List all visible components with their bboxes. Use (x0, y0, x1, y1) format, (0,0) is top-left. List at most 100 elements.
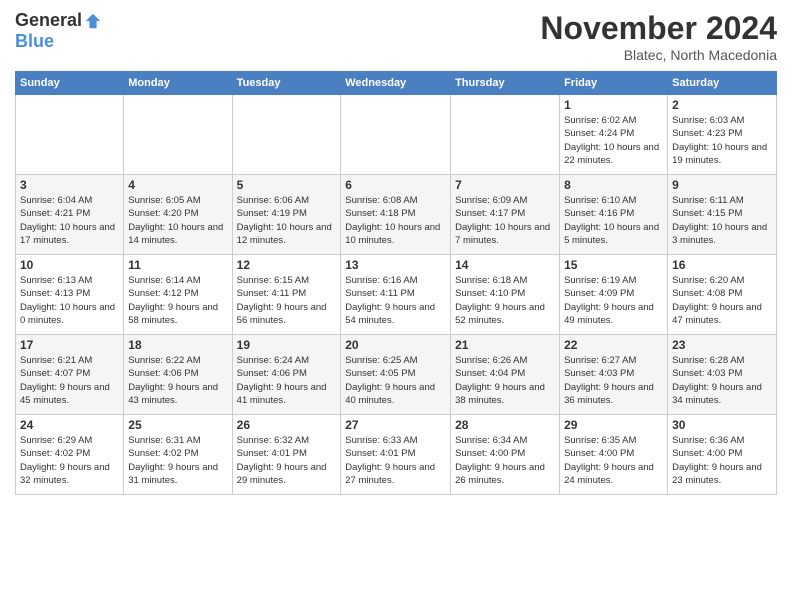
calendar-cell: 5Sunrise: 6:06 AM Sunset: 4:19 PM Daylig… (232, 175, 341, 255)
col-monday: Monday (124, 72, 232, 95)
day-info: Sunrise: 6:13 AM Sunset: 4:13 PM Dayligh… (20, 274, 119, 327)
calendar-cell: 11Sunrise: 6:14 AM Sunset: 4:12 PM Dayli… (124, 255, 232, 335)
calendar-cell (16, 95, 124, 175)
col-thursday: Thursday (451, 72, 560, 95)
calendar-cell: 6 Sunrise: 6:08 AM Sunset: 4:18 PM Daylig… (341, 175, 451, 255)
day-number: 7 (455, 178, 555, 192)
day-number: 29 (564, 418, 663, 432)
day-number: 9 (672, 178, 772, 192)
day-info: Sunrise: 6:21 AM Sunset: 4:07 PM Dayligh… (20, 354, 119, 407)
logo-blue-text: Blue (15, 31, 54, 52)
calendar-cell: 28 Sunrise: 6:34 AM Sunset: 4:00 PM Dayli… (451, 415, 560, 495)
day-info: Sunrise: 6:02 AM Sunset: 4:24 PM Dayligh… (564, 114, 663, 167)
day-number: 8 (564, 178, 663, 192)
title-section: November 2024 Blatec, North Macedonia (540, 10, 777, 63)
day-number: 2 (672, 98, 772, 112)
day-number: 20 (345, 338, 446, 352)
day-info: Sunrise: 6:10 AM Sunset: 4:16 PM Dayligh… (564, 194, 663, 247)
day-number: 18 (128, 338, 227, 352)
day-number: 28 (455, 418, 555, 432)
day-number: 23 (672, 338, 772, 352)
day-number: 13 (345, 258, 446, 272)
calendar-cell: 4 Sunrise: 6:05 AM Sunset: 4:20 PM Daylig… (124, 175, 232, 255)
day-number: 3 (20, 178, 119, 192)
page: General Blue November 2024 Blatec, North… (0, 0, 792, 505)
day-number: 1 (564, 98, 663, 112)
calendar-cell: 27 Sunrise: 6:33 AM Sunset: 4:01 PM Dayli… (341, 415, 451, 495)
day-info: Sunrise: 6:31 AM Sunset: 4:02 PM Dayligh… (128, 434, 227, 487)
calendar-week-5: 24 Sunrise: 6:29 AM Sunset: 4:02 PM Dayli… (16, 415, 777, 495)
calendar-cell: 9 Sunrise: 6:11 AM Sunset: 4:15 PM Daylig… (668, 175, 777, 255)
calendar-cell: 20 Sunrise: 6:25 AM Sunset: 4:05 PM Dayli… (341, 335, 451, 415)
day-number: 15 (564, 258, 663, 272)
col-friday: Friday (560, 72, 668, 95)
logo: General Blue (15, 10, 102, 52)
day-number: 19 (237, 338, 337, 352)
day-info: Sunrise: 6:05 AM Sunset: 4:20 PM Dayligh… (128, 194, 227, 247)
calendar-cell (232, 95, 341, 175)
day-info: Sunrise: 6:06 AM Sunset: 4:19 PM Dayligh… (237, 194, 337, 247)
calendar-cell: 12 Sunrise: 6:15 AM Sunset: 4:11 PM Dayli… (232, 255, 341, 335)
day-number: 24 (20, 418, 119, 432)
day-info: Sunrise: 6:35 AM Sunset: 4:00 PM Dayligh… (564, 434, 663, 487)
day-number: 6 (345, 178, 446, 192)
logo-icon (84, 12, 102, 30)
day-info: Sunrise: 6:16 AM Sunset: 4:11 PM Dayligh… (345, 274, 446, 327)
calendar-cell: 10Sunrise: 6:13 AM Sunset: 4:13 PM Dayli… (16, 255, 124, 335)
col-saturday: Saturday (668, 72, 777, 95)
calendar-cell: 19 Sunrise: 6:24 AM Sunset: 4:06 PM Dayli… (232, 335, 341, 415)
day-info: Sunrise: 6:20 AM Sunset: 4:08 PM Dayligh… (672, 274, 772, 327)
day-info: Sunrise: 6:11 AM Sunset: 4:15 PM Dayligh… (672, 194, 772, 247)
day-info: Sunrise: 6:15 AM Sunset: 4:11 PM Dayligh… (237, 274, 337, 327)
month-title: November 2024 (540, 10, 777, 47)
day-info: Sunrise: 6:25 AM Sunset: 4:05 PM Dayligh… (345, 354, 446, 407)
day-number: 22 (564, 338, 663, 352)
calendar-cell: 7 Sunrise: 6:09 AM Sunset: 4:17 PM Daylig… (451, 175, 560, 255)
day-number: 14 (455, 258, 555, 272)
calendar-cell: 21Sunrise: 6:26 AM Sunset: 4:04 PM Dayli… (451, 335, 560, 415)
calendar-week-2: 3 Sunrise: 6:04 AM Sunset: 4:21 PM Daylig… (16, 175, 777, 255)
col-tuesday: Tuesday (232, 72, 341, 95)
col-sunday: Sunday (16, 72, 124, 95)
day-info: Sunrise: 6:32 AM Sunset: 4:01 PM Dayligh… (237, 434, 337, 487)
day-info: Sunrise: 6:04 AM Sunset: 4:21 PM Dayligh… (20, 194, 119, 247)
calendar-cell: 25 Sunrise: 6:31 AM Sunset: 4:02 PM Dayli… (124, 415, 232, 495)
day-info: Sunrise: 6:22 AM Sunset: 4:06 PM Dayligh… (128, 354, 227, 407)
day-info: Sunrise: 6:36 AM Sunset: 4:00 PM Dayligh… (672, 434, 772, 487)
calendar-cell: 14 Sunrise: 6:18 AM Sunset: 4:10 PM Dayli… (451, 255, 560, 335)
day-info: Sunrise: 6:18 AM Sunset: 4:10 PM Dayligh… (455, 274, 555, 327)
logo-general-text: General (15, 10, 82, 31)
day-info: Sunrise: 6:24 AM Sunset: 4:06 PM Dayligh… (237, 354, 337, 407)
day-info: Sunrise: 6:09 AM Sunset: 4:17 PM Dayligh… (455, 194, 555, 247)
day-number: 21 (455, 338, 555, 352)
calendar-week-1: 1 Sunrise: 6:02 AM Sunset: 4:24 PM Daylig… (16, 95, 777, 175)
calendar-cell: 29 Sunrise: 6:35 AM Sunset: 4:00 PM Dayli… (560, 415, 668, 495)
location: Blatec, North Macedonia (540, 47, 777, 63)
day-number: 27 (345, 418, 446, 432)
calendar-table: Sunday Monday Tuesday Wednesday Thursday… (15, 71, 777, 495)
day-number: 17 (20, 338, 119, 352)
day-info: Sunrise: 6:28 AM Sunset: 4:03 PM Dayligh… (672, 354, 772, 407)
day-info: Sunrise: 6:19 AM Sunset: 4:09 PM Dayligh… (564, 274, 663, 327)
calendar-cell: 22 Sunrise: 6:27 AM Sunset: 4:03 PM Dayli… (560, 335, 668, 415)
day-number: 30 (672, 418, 772, 432)
day-number: 16 (672, 258, 772, 272)
calendar-week-3: 10Sunrise: 6:13 AM Sunset: 4:13 PM Dayli… (16, 255, 777, 335)
calendar-cell: 30 Sunrise: 6:36 AM Sunset: 4:00 PM Dayli… (668, 415, 777, 495)
calendar-cell: 23 Sunrise: 6:28 AM Sunset: 4:03 PM Dayli… (668, 335, 777, 415)
calendar-header-row: Sunday Monday Tuesday Wednesday Thursday… (16, 72, 777, 95)
calendar-cell: 16 Sunrise: 6:20 AM Sunset: 4:08 PM Dayli… (668, 255, 777, 335)
day-number: 25 (128, 418, 227, 432)
day-number: 12 (237, 258, 337, 272)
day-info: Sunrise: 6:33 AM Sunset: 4:01 PM Dayligh… (345, 434, 446, 487)
calendar-cell: 1 Sunrise: 6:02 AM Sunset: 4:24 PM Daylig… (560, 95, 668, 175)
calendar-cell: 18 Sunrise: 6:22 AM Sunset: 4:06 PM Dayli… (124, 335, 232, 415)
day-info: Sunrise: 6:29 AM Sunset: 4:02 PM Dayligh… (20, 434, 119, 487)
calendar-cell: 8 Sunrise: 6:10 AM Sunset: 4:16 PM Daylig… (560, 175, 668, 255)
day-number: 4 (128, 178, 227, 192)
day-info: Sunrise: 6:27 AM Sunset: 4:03 PM Dayligh… (564, 354, 663, 407)
calendar-week-4: 17 Sunrise: 6:21 AM Sunset: 4:07 PM Dayli… (16, 335, 777, 415)
day-info: Sunrise: 6:34 AM Sunset: 4:00 PM Dayligh… (455, 434, 555, 487)
calendar-cell: 26Sunrise: 6:32 AM Sunset: 4:01 PM Dayli… (232, 415, 341, 495)
day-info: Sunrise: 6:08 AM Sunset: 4:18 PM Dayligh… (345, 194, 446, 247)
